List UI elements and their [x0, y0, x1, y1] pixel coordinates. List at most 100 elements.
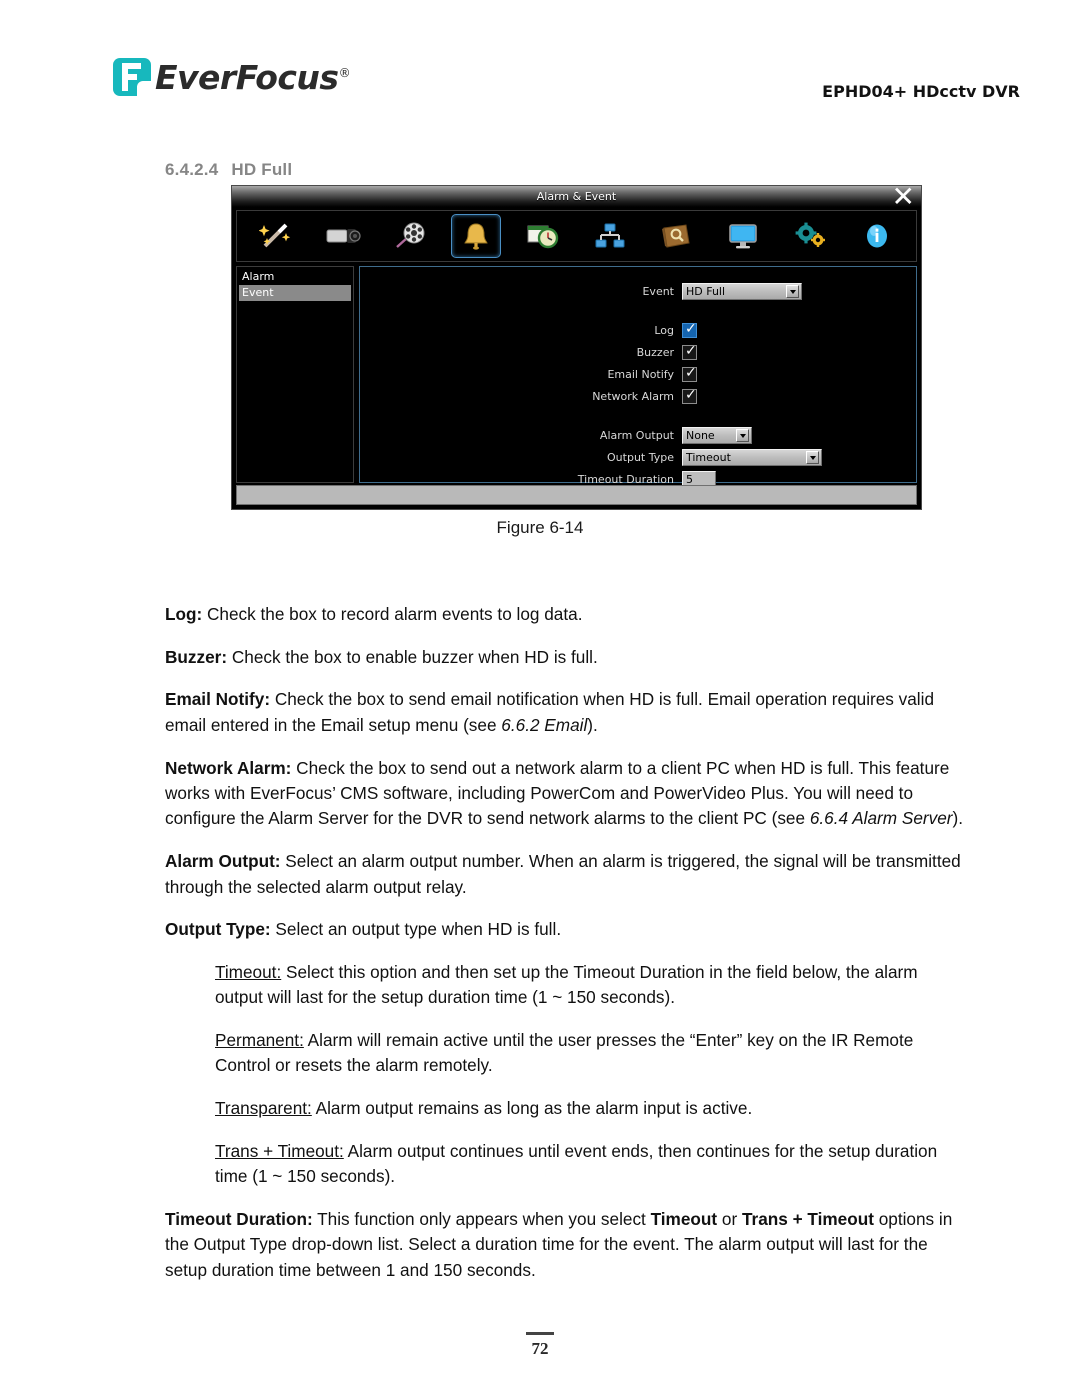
buzzer-label: Buzzer — [636, 346, 674, 359]
disk-search-icon[interactable] — [651, 214, 701, 258]
term-timeout-duration: Timeout Duration: — [165, 1208, 313, 1229]
text-buzzer: Check the box to enable buzzer when HD i… — [227, 646, 598, 667]
row-event: Event HD Full — [360, 281, 916, 302]
dialog-titlebar: Alarm & Event ✕ — [232, 183, 921, 211]
check-icon: ✓ — [685, 343, 697, 359]
everfocus-logo: EverFocus® — [113, 57, 351, 97]
chevron-down-icon[interactable] — [786, 285, 799, 298]
camera-icon[interactable] — [318, 214, 368, 258]
dialog-statusbar — [236, 485, 917, 505]
text-log: Check the box to record alarm events to … — [202, 604, 583, 625]
text-alarm-output: Select an alarm output number. When an a… — [165, 851, 961, 897]
sidebar-item-alarm[interactable]: Alarm — [239, 269, 351, 285]
text-email-notify-after: ). — [587, 714, 598, 735]
term-permanent: Permanent: — [215, 1029, 304, 1050]
term-network-alarm: Network Alarm: — [165, 757, 292, 778]
close-icon[interactable]: ✕ — [892, 183, 915, 211]
log-label: Log — [654, 324, 674, 337]
paragraph-email-notify: Email Notify: Check the box to send emai… — [165, 687, 970, 738]
term-timeout: Timeout: — [215, 961, 282, 982]
event-dropdown[interactable]: HD Full — [682, 283, 802, 300]
monitor-icon[interactable] — [718, 214, 768, 258]
bell-icon[interactable] — [451, 214, 502, 258]
row-network-alarm: Network Alarm ✓ — [360, 386, 916, 407]
email-notify-checkbox[interactable]: ✓ — [682, 365, 697, 382]
row-output-type: Output Type Timeout — [360, 447, 916, 468]
text-output-type: Select an output type when HD is full. — [270, 919, 562, 940]
registered-mark: ® — [338, 65, 351, 80]
row-buzzer: Buzzer ✓ — [360, 342, 916, 363]
section-number: 6.4.2.4 — [165, 160, 219, 179]
page-title: 6.4.2.4 HD Full — [165, 160, 292, 180]
event-label: Event — [642, 285, 674, 298]
chevron-down-icon[interactable] — [806, 451, 819, 464]
check-icon: ✓ — [685, 365, 697, 381]
paragraph-timeout-duration: Timeout Duration: This function only app… — [165, 1207, 970, 1283]
alarm-output-dropdown[interactable]: None — [682, 427, 752, 444]
output-type-value: Timeout — [686, 451, 731, 464]
text-mid: or — [717, 1208, 742, 1229]
ref-email: 6.6.2 Email — [501, 714, 588, 735]
form-rows: Event HD Full Log ✓ Buzzer ✓ Email Notif… — [360, 281, 916, 491]
info-icon[interactable] — [852, 214, 902, 258]
text-permanent: Alarm will remain active until the user … — [215, 1029, 914, 1076]
term-alarm-output: Alarm Output: — [165, 851, 281, 872]
paragraph-permanent: Permanent: Alarm will remain active unti… — [215, 1028, 970, 1079]
row-log: Log ✓ — [360, 320, 916, 341]
term-trans-timeout: Trans + Timeout: — [215, 1140, 344, 1161]
term-output-type: Output Type: — [165, 919, 271, 940]
output-type-label: Output Type — [607, 451, 674, 464]
body-content: Log: Check the box to record alarm event… — [165, 585, 970, 1294]
network-alarm-checkbox[interactable]: ✓ — [682, 387, 697, 404]
chevron-down-icon[interactable] — [736, 429, 749, 442]
gears-icon[interactable] — [785, 214, 835, 258]
network-icon[interactable] — [585, 214, 635, 258]
film-reel-icon[interactable] — [385, 214, 435, 258]
term-buzzer: Buzzer: — [165, 646, 228, 667]
term-log: Log: — [165, 604, 203, 625]
sidebar-item-event[interactable]: Event — [239, 285, 351, 301]
paragraph-network-alarm: Network Alarm: Check the box to send out… — [165, 756, 970, 832]
event-dropdown-value: HD Full — [686, 285, 726, 298]
alarm-output-value: None — [686, 429, 715, 442]
term-transparent: Transparent: — [215, 1098, 312, 1119]
paragraph-transparent: Transparent: Alarm output remains as lon… — [215, 1096, 970, 1121]
paragraph-trans-timeout: Trans + Timeout: Alarm output continues … — [215, 1139, 970, 1190]
brand-name: EverFocus — [155, 57, 339, 97]
model-title: EPHD04+ HDcctv DVR — [822, 82, 1020, 101]
bold-trans-timeout: Trans + Timeout — [741, 1208, 874, 1229]
section-title: HD Full — [231, 160, 293, 179]
check-icon: ✓ — [685, 387, 697, 403]
row-email-notify: Email Notify ✓ — [360, 364, 916, 385]
term-email-notify: Email Notify: — [165, 689, 271, 710]
page-footer: 72 — [0, 1332, 1080, 1359]
alarm-event-dialog: Alarm & Event ✕ Alarm Event Event HD Ful… — [231, 183, 922, 510]
bold-timeout: Timeout — [650, 1208, 718, 1229]
footer-divider — [526, 1332, 554, 1335]
paragraph-output-type: Output Type: Select an output type when … — [165, 917, 970, 942]
paragraph-alarm-output: Alarm Output: Select an alarm output num… — [165, 849, 970, 900]
schedule-clock-icon[interactable] — [518, 214, 568, 258]
paragraph-timeout: Timeout: Select this option and then set… — [215, 960, 970, 1011]
dialog-form-panel: Event HD Full Log ✓ Buzzer ✓ Email Notif… — [359, 266, 917, 488]
check-icon: ✓ — [685, 321, 697, 337]
paragraph-buzzer: Buzzer: Check the box to enable buzzer w… — [165, 645, 970, 670]
output-type-dropdown[interactable]: Timeout — [682, 449, 822, 466]
magic-wand-icon[interactable] — [251, 214, 301, 258]
buzzer-checkbox[interactable]: ✓ — [682, 343, 697, 360]
row-alarm-output: Alarm Output None — [360, 425, 916, 446]
network-alarm-label: Network Alarm — [592, 390, 674, 403]
brand-wordmark: EverFocus® — [155, 57, 351, 97]
alarm-output-label: Alarm Output — [599, 429, 674, 442]
dialog-toolbar — [236, 210, 917, 262]
ref-alarm-server: 6.6.4 Alarm Server — [809, 808, 953, 829]
dialog-body: Alarm Event Event HD Full Log ✓ Buzzer ✓… — [236, 266, 917, 488]
text-timeout-duration: This function only appears when you sele… — [312, 1208, 651, 1229]
dialog-sidebar: Alarm Event — [236, 266, 354, 483]
dialog-title: Alarm & Event — [536, 190, 617, 203]
email-notify-label: Email Notify — [607, 368, 674, 381]
text-transparent: Alarm output remains as long as the alar… — [311, 1098, 753, 1119]
text-timeout: Select this option and then set up the T… — [215, 961, 918, 1008]
page-header: EverFocus® EPHD04+ HDcctv DVR — [113, 58, 1020, 108]
log-checkbox[interactable]: ✓ — [682, 321, 697, 338]
